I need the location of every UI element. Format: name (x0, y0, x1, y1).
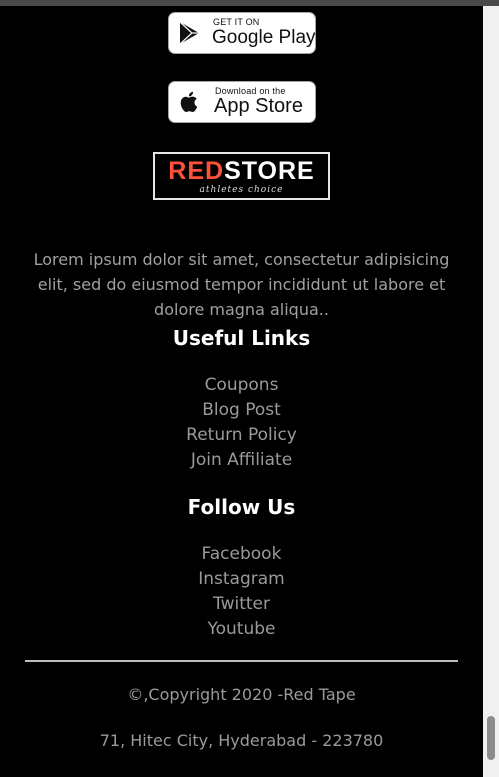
google-badge-title: Google Play (212, 27, 316, 48)
useful-links-list: Coupons Blog Post Return Policy Join Aff… (0, 373, 483, 473)
page-scrollbar[interactable] (483, 6, 499, 777)
link-coupons[interactable]: Coupons (0, 373, 483, 398)
link-return-policy[interactable]: Return Policy (0, 423, 483, 448)
browser-top-edge (0, 0, 499, 6)
link-instagram[interactable]: Instagram (0, 567, 483, 592)
link-twitter[interactable]: Twitter (0, 592, 483, 617)
logo-red-part: RED (168, 157, 225, 185)
google-play-badge[interactable]: GET IT ON Google Play (168, 12, 316, 54)
useful-links-heading: Useful Links (172, 326, 311, 350)
follow-us-heading: Follow Us (187, 495, 296, 519)
link-blog-post[interactable]: Blog Post (0, 398, 483, 423)
redstore-logo[interactable]: REDSTORE athletes choice (153, 152, 330, 200)
logo-white-part: STORE (224, 157, 315, 185)
link-facebook[interactable]: Facebook (0, 542, 483, 567)
follow-us-list: Facebook Instagram Twitter Youtube (0, 542, 483, 642)
scrollbar-thumb[interactable] (487, 716, 495, 760)
google-badge-small-text: GET IT ON (213, 17, 260, 27)
link-join-affiliate[interactable]: Join Affiliate (0, 448, 483, 473)
logo-wordmark: REDSTORE (155, 158, 328, 185)
apple-icon (180, 91, 198, 112)
footer-divider (25, 660, 458, 662)
address-text: 71, Hitec City, Hyderabad - 223780 (99, 731, 384, 750)
copyright-text: ©,Copyright 2020 -Red Tape (127, 685, 356, 704)
app-store-badge[interactable]: Download on the App Store (168, 81, 316, 123)
logo-tagline: athletes choice (199, 185, 284, 195)
footer-description: Lorem ipsum dolor sit amet, consectetur … (33, 250, 450, 319)
google-play-icon (179, 21, 199, 45)
link-youtube[interactable]: Youtube (0, 617, 483, 642)
apple-badge-title: App Store (214, 95, 303, 117)
